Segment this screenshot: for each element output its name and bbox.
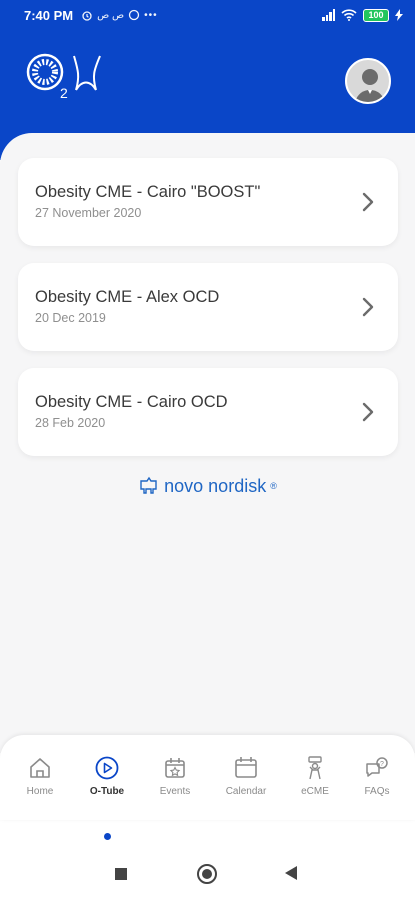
play-circle-icon [95, 756, 119, 780]
nav-label: eCME [301, 786, 329, 797]
home-icon [30, 758, 50, 778]
svg-text:2: 2 [60, 85, 68, 101]
chevron-right-icon [362, 297, 374, 317]
nav-item-o-tube[interactable]: O-Tube [76, 755, 138, 797]
calendar-icon [235, 757, 257, 778]
charging-icon [395, 9, 403, 21]
session-title: Obesity CME - Alex OCD [35, 288, 220, 306]
faq-chat-icon: ? [366, 757, 388, 777]
active-tab-indicator [104, 833, 111, 840]
session-date: 27 November 2020 [35, 206, 142, 220]
content-area: Obesity CME - Cairo "BOOST" 27 November … [0, 133, 415, 753]
session-card[interactable]: Obesity CME - Alex OCD 20 Dec 2019 [18, 263, 398, 351]
wifi-icon [341, 9, 357, 21]
session-title: Obesity CME - Cairo OCD [35, 393, 228, 411]
bottom-nav: Home O-Tube Events Calendar eCME ? FAQs [0, 735, 415, 820]
back-button[interactable] [285, 866, 297, 880]
sponsor-logo: novo nordisk ® [0, 475, 415, 497]
session-title: Obesity CME - Cairo "BOOST" [35, 183, 261, 201]
registered-mark: ® [270, 481, 277, 491]
nav-item-events[interactable]: Events [144, 755, 206, 797]
signal-icon [322, 9, 335, 21]
nav-item-faqs[interactable]: ? FAQs [346, 755, 408, 797]
session-card[interactable]: Obesity CME - Cairo OCD 28 Feb 2020 [18, 368, 398, 456]
session-date: 28 Feb 2020 [35, 416, 106, 430]
sponsor-name: novo nordisk [164, 475, 267, 496]
notification-text: ص ص [97, 9, 125, 21]
alarm-icon [82, 11, 92, 21]
chevron-right-icon [362, 192, 374, 212]
recents-button[interactable] [115, 868, 127, 880]
star-calendar-icon [165, 758, 185, 778]
user-icon [354, 69, 386, 102]
nav-label: FAQs [364, 786, 390, 797]
nav-item-calendar[interactable]: Calendar [215, 755, 277, 797]
svg-text:?: ? [380, 761, 384, 768]
nav-item-ecme[interactable]: eCME [284, 755, 346, 797]
profile-avatar[interactable] [345, 58, 391, 104]
status-time: 7:40 PM [24, 7, 74, 23]
app-logo-icon: 2 [26, 53, 101, 101]
nav-label: Calendar [225, 786, 267, 797]
nav-item-home[interactable]: Home [9, 755, 71, 797]
system-nav-bar [0, 855, 415, 900]
more-notifications-icon: ••• [144, 9, 158, 21]
nav-label: Events [159, 786, 191, 797]
nav-label: O-Tube [89, 786, 125, 797]
ecme-icon [308, 756, 322, 780]
status-notifications: ص ص ••• [81, 9, 157, 21]
apis-bull-icon [140, 476, 157, 494]
battery-icon: 100 [363, 8, 389, 22]
chevron-right-icon [362, 402, 374, 422]
nav-label: Home [26, 786, 54, 797]
session-card[interactable]: Obesity CME - Cairo "BOOST" 27 November … [18, 158, 398, 246]
whatsapp-icon [128, 9, 140, 21]
home-button[interactable] [197, 864, 217, 884]
status-bar: 7:40 PM ص ص ••• 100 [0, 0, 415, 30]
session-date: 20 Dec 2019 [35, 311, 106, 325]
